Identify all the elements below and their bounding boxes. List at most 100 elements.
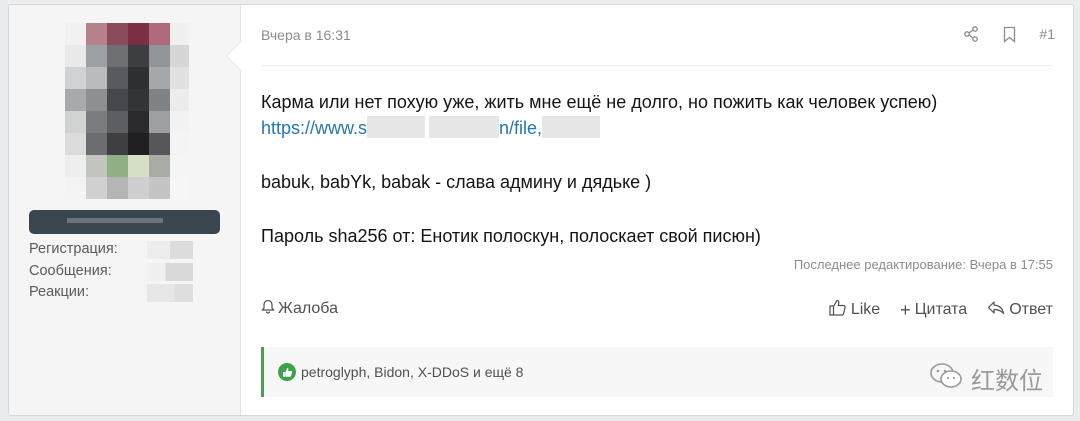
avatar-pixel bbox=[107, 155, 128, 177]
stat-messages-label: Сообщения: bbox=[29, 262, 112, 279]
avatar-pixel bbox=[170, 133, 189, 155]
avatar-pixel bbox=[86, 45, 107, 67]
redacted-segment bbox=[367, 116, 426, 138]
header-divider bbox=[261, 65, 1053, 66]
post-line-1: Карма или нет похую уже, жить мне ещё не… bbox=[261, 92, 938, 112]
avatar-pixel bbox=[149, 45, 170, 67]
avatar-pixel bbox=[65, 177, 86, 199]
avatar-pixel bbox=[149, 23, 170, 45]
quote-button[interactable]: + Цитата bbox=[900, 301, 967, 319]
stat-registration-label: Регистрация: bbox=[29, 241, 118, 257]
avatar-pixel bbox=[86, 111, 107, 133]
like-button[interactable]: Like bbox=[829, 299, 880, 321]
post-line-2: babuk, babYk, babak - слава админу и дяд… bbox=[261, 172, 652, 192]
avatar-pixel bbox=[170, 23, 189, 45]
avatar-pixel bbox=[86, 67, 107, 89]
wechat-icon bbox=[929, 362, 963, 396]
avatar-pixel bbox=[65, 111, 86, 133]
thumbs-up-icon bbox=[829, 299, 847, 321]
stat-reactions: Реакции: bbox=[29, 284, 229, 306]
reply-icon bbox=[987, 300, 1005, 320]
post-footer: Жалоба Like + Цитата Ответ bbox=[261, 299, 1053, 323]
avatar-pixel bbox=[86, 177, 107, 199]
avatar-pixel bbox=[86, 133, 107, 155]
watermark: 红数位 bbox=[929, 361, 1043, 396]
avatar-pixel bbox=[65, 89, 86, 111]
last-edited: Последнее редактирование: Вчера в 17:55 bbox=[793, 257, 1053, 272]
avatar-pixel bbox=[170, 111, 189, 133]
avatar-pixel bbox=[170, 155, 189, 177]
avatar-pixel bbox=[149, 89, 170, 111]
avatar-pixel bbox=[149, 177, 170, 199]
avatar-pixel bbox=[128, 23, 149, 45]
avatar-pixel bbox=[107, 133, 128, 155]
link-prefix: https://www.s bbox=[261, 118, 368, 138]
avatar-pixel bbox=[128, 111, 149, 133]
avatar-pixel bbox=[170, 45, 189, 67]
stat-registration: Регистрация: bbox=[29, 241, 229, 263]
avatar-pixel bbox=[170, 89, 189, 111]
post-timestamp[interactable]: Вчера в 16:31 bbox=[261, 27, 351, 43]
watermark-text: 红数位 bbox=[971, 367, 1043, 395]
avatar-pixel bbox=[170, 67, 189, 89]
avatar-pixel bbox=[128, 45, 149, 67]
username-banner[interactable] bbox=[29, 210, 220, 234]
avatar-pixel bbox=[65, 133, 86, 155]
avatar-pixel bbox=[149, 133, 170, 155]
stat-registration-value bbox=[147, 241, 193, 259]
user-stats: Регистрация: Сообщения: Реакции: bbox=[29, 241, 229, 306]
stat-reactions-value bbox=[147, 284, 193, 302]
stat-reactions-label: Реакции: bbox=[29, 284, 90, 300]
redacted-segment-3 bbox=[542, 116, 601, 138]
avatar-pixel bbox=[149, 155, 170, 177]
avatar-pixel bbox=[128, 67, 149, 89]
avatar-pixel bbox=[65, 155, 86, 177]
avatar-pixel bbox=[107, 89, 128, 111]
avatar-pixel bbox=[86, 23, 107, 45]
bookmark-icon[interactable] bbox=[1001, 25, 1017, 43]
avatar-pixel bbox=[107, 177, 128, 199]
avatar-pixel bbox=[107, 67, 128, 89]
post-header-actions: #1 bbox=[963, 25, 1055, 43]
post-number[interactable]: #1 bbox=[1039, 26, 1055, 42]
user-sidebar: Регистрация: Сообщения: Реакции: bbox=[9, 5, 241, 415]
avatar-pixel bbox=[107, 45, 128, 67]
reply-button[interactable]: Ответ bbox=[987, 300, 1053, 320]
post-link-line: https://www.s n/file, bbox=[261, 115, 1053, 141]
avatar-pixel bbox=[170, 177, 189, 199]
share-icon[interactable] bbox=[963, 25, 979, 43]
reactions-list[interactable]: petroglyph, Bidon, X-DDoS и ещё 8 bbox=[301, 364, 523, 380]
avatar-pixel bbox=[128, 133, 149, 155]
avatar-pixel bbox=[149, 111, 170, 133]
stat-messages: Сообщения: bbox=[29, 262, 229, 285]
like-label: Like bbox=[850, 301, 881, 318]
reply-label: Ответ bbox=[1009, 301, 1053, 318]
avatar-pixel bbox=[65, 67, 86, 89]
message-main: Вчера в 16:31 #1 Карма или нет похую уже… bbox=[241, 5, 1073, 415]
post-line-3: Пароль sha256 от: Енотик полоскун, полос… bbox=[261, 226, 761, 246]
bell-icon bbox=[261, 299, 275, 319]
report-button[interactable]: Жалоба bbox=[261, 299, 338, 319]
avatar-pixel bbox=[128, 177, 149, 199]
avatar-pixel bbox=[149, 67, 170, 89]
post-link[interactable]: https://www.s n/file, bbox=[261, 116, 601, 138]
quote-label: Цитата bbox=[914, 301, 968, 318]
avatar-pixel bbox=[65, 45, 86, 67]
message-post: Регистрация: Сообщения: Реакции: Вчера в… bbox=[8, 4, 1074, 416]
post-actions: Like + Цитата Ответ bbox=[829, 299, 1053, 321]
link-mid: n/file, bbox=[499, 118, 543, 138]
like-reaction-icon bbox=[278, 363, 296, 381]
post-body: Карма или нет похую уже, жить мне ещё не… bbox=[261, 89, 1053, 277]
stat-messages-value bbox=[147, 262, 193, 281]
report-label: Жалоба bbox=[278, 300, 338, 317]
avatar-pixel bbox=[128, 155, 149, 177]
redacted-segment-2 bbox=[429, 116, 500, 138]
avatar-pixel bbox=[107, 111, 128, 133]
avatar[interactable] bbox=[65, 23, 189, 199]
avatar-pixel bbox=[65, 23, 86, 45]
avatar-pixel bbox=[86, 155, 107, 177]
plus-icon: + bbox=[900, 300, 911, 320]
avatar-pixel bbox=[107, 23, 128, 45]
avatar-pixel bbox=[86, 89, 107, 111]
avatar-pixel bbox=[128, 89, 149, 111]
